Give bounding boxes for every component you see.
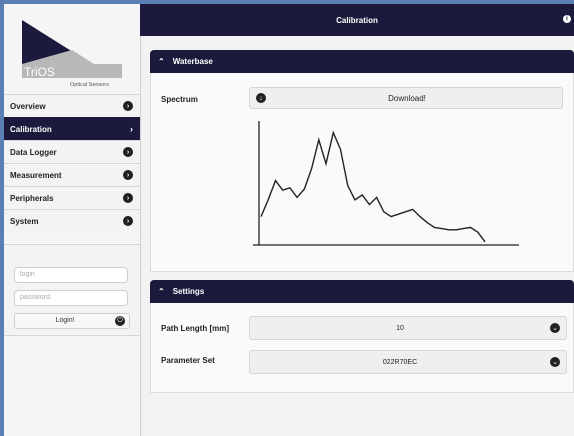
chevron-right-circle-icon: › bbox=[123, 147, 133, 157]
chevron-right-circle-icon: › bbox=[123, 101, 133, 111]
sidebar-item-peripherals[interactable]: Peripherals › bbox=[4, 186, 140, 209]
settings-section-header[interactable]: ⌃ Settings bbox=[150, 280, 574, 303]
power-icon: ⏻ bbox=[115, 316, 125, 326]
login-placeholder: login bbox=[20, 271, 35, 278]
settings-panel: Path Length [mm] 10 ⌄ Parameter Set 022R… bbox=[150, 303, 574, 393]
spectrum-chart bbox=[253, 121, 519, 246]
chevron-right-circle-icon: › bbox=[123, 193, 133, 203]
page-title: Calibration bbox=[336, 16, 378, 25]
chevron-up-icon: ⌃ bbox=[158, 287, 165, 296]
sidebar-item-overview[interactable]: Overview › bbox=[4, 94, 140, 117]
sidebar-item-label: Calibration bbox=[10, 124, 52, 134]
logo-tagline: Optical Sensors bbox=[70, 82, 109, 88]
sidebar-item-label: Data Logger bbox=[10, 147, 57, 157]
password-placeholder: password bbox=[20, 294, 50, 301]
settings-section-title: Settings bbox=[172, 287, 205, 296]
download-button[interactable]: ↓ Download! bbox=[249, 87, 563, 109]
sidebar-item-system[interactable]: System › bbox=[4, 209, 140, 232]
sidebar: TriOS Optical Sensors Overview › Calibra… bbox=[4, 4, 141, 436]
sidebar-item-calibration[interactable]: Calibration › bbox=[4, 117, 140, 140]
waterbase-panel: Spectrum ↓ Download! bbox=[150, 73, 574, 272]
sidebar-item-label: System bbox=[10, 216, 39, 226]
sidebar-item-data-logger[interactable]: Data Logger › bbox=[4, 140, 140, 163]
path-length-value: 10 bbox=[396, 325, 404, 332]
chevron-right-icon: › bbox=[130, 124, 133, 134]
sidebar-item-label: Peripherals bbox=[10, 193, 54, 203]
chevron-right-circle-icon: › bbox=[123, 170, 133, 180]
sidebar-item-measurement[interactable]: Measurement › bbox=[4, 163, 140, 186]
login-field[interactable]: login bbox=[14, 267, 128, 283]
spectrum-label: Spectrum bbox=[161, 95, 198, 104]
parameter-set-select[interactable]: 022R70EC ⌄ bbox=[249, 350, 567, 374]
waterbase-section-header[interactable]: ⌃ Waterbase bbox=[150, 50, 574, 73]
info-icon[interactable]: i bbox=[563, 15, 571, 23]
parameter-set-label: Parameter Set bbox=[161, 356, 215, 365]
path-length-label: Path Length [mm] bbox=[161, 324, 229, 333]
password-field[interactable]: password bbox=[14, 290, 128, 306]
path-length-select[interactable]: 10 ⌄ bbox=[249, 316, 567, 340]
waterbase-section-title: Waterbase bbox=[172, 57, 213, 66]
chevron-up-icon: ⌃ bbox=[158, 57, 165, 66]
login-panel: login password Login! ⏻ bbox=[4, 244, 140, 336]
login-button[interactable]: Login! ⏻ bbox=[14, 313, 130, 329]
login-button-label: Login! bbox=[55, 317, 75, 324]
parameter-set-value: 022R70EC bbox=[382, 359, 418, 366]
logo-name: TriOS bbox=[24, 65, 55, 79]
sidebar-nav: Overview › Calibration › Data Logger › M… bbox=[4, 94, 140, 232]
sidebar-item-label: Overview bbox=[10, 101, 46, 111]
chevron-down-icon: ⌄ bbox=[550, 323, 560, 333]
chevron-down-icon: ⌄ bbox=[550, 357, 560, 367]
chevron-right-circle-icon: › bbox=[123, 216, 133, 226]
spectrum-line bbox=[260, 130, 486, 243]
sidebar-item-label: Measurement bbox=[10, 170, 62, 180]
download-button-label: Download! bbox=[388, 94, 426, 103]
app-window: TriOS Optical Sensors Overview › Calibra… bbox=[4, 4, 574, 436]
header-bar: Calibration i bbox=[140, 4, 574, 36]
trios-logo: TriOS Optical Sensors bbox=[22, 20, 122, 88]
